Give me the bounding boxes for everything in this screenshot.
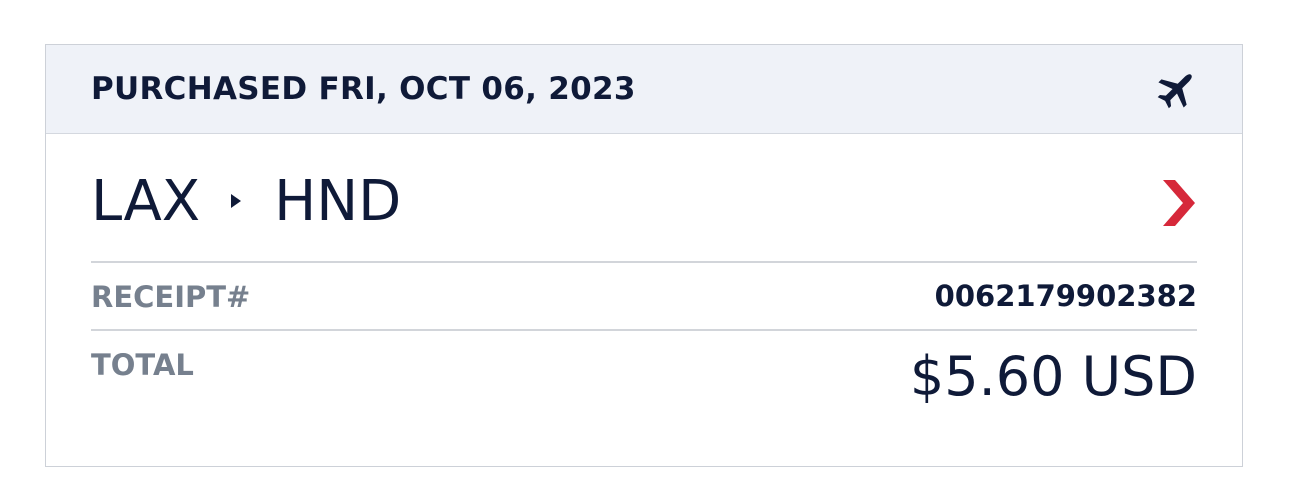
route-row[interactable]: LAX HND bbox=[91, 161, 1197, 241]
chevron-right-icon[interactable] bbox=[1161, 178, 1197, 228]
receipt-number: 0062179902382 bbox=[934, 279, 1197, 313]
purchase-date: PURCHASED FRI, OCT 06, 2023 bbox=[91, 71, 636, 107]
purchase-card[interactable]: PURCHASED FRI, OCT 06, 2023 LAX HND RECE… bbox=[45, 44, 1243, 467]
total-amount: $5.60 USD bbox=[909, 345, 1197, 408]
divider bbox=[91, 261, 1197, 263]
destination-airport: HND bbox=[274, 168, 402, 234]
triangle-right-icon bbox=[231, 194, 242, 208]
origin-airport: LAX bbox=[91, 168, 201, 234]
total-label: TOTAL bbox=[91, 348, 194, 382]
divider bbox=[91, 329, 1197, 331]
receipt-label: RECEIPT# bbox=[91, 280, 251, 314]
route: LAX HND bbox=[91, 161, 1197, 241]
purchase-card-header: PURCHASED FRI, OCT 06, 2023 bbox=[46, 45, 1242, 134]
airplane-icon bbox=[1157, 74, 1192, 109]
